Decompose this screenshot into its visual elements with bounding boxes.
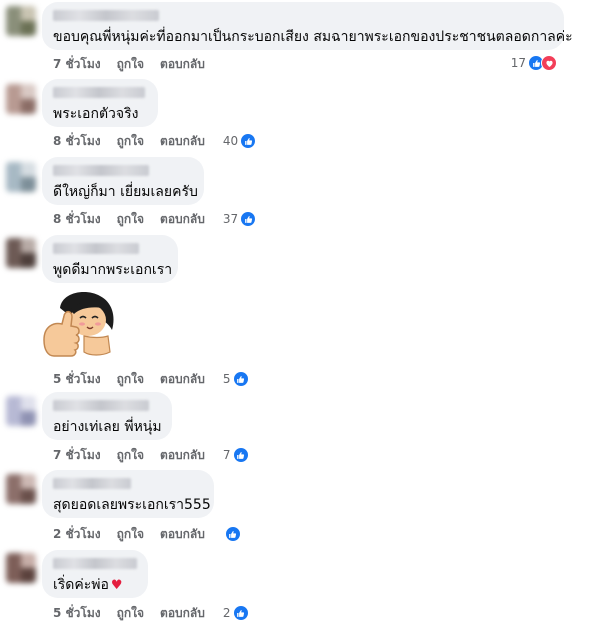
avatar[interactable]: [6, 238, 36, 268]
comment-text: สุดยอดเลยพระเอกเรา555: [53, 497, 211, 513]
comment-actions: 8 ชั่วโมง ถูกใจ ตอบกลับ 40: [53, 132, 257, 150]
like-icon: [232, 371, 249, 387]
avatar[interactable]: [6, 474, 36, 504]
like-button[interactable]: ถูกใจ: [117, 210, 144, 228]
avatar[interactable]: [6, 396, 36, 426]
avatar[interactable]: [6, 553, 36, 583]
reaction-summary[interactable]: 5: [223, 370, 249, 388]
comment-text: พูดดีมากพระเอกเรา: [53, 262, 173, 278]
reply-button[interactable]: ตอบกลับ: [160, 604, 205, 622]
love-icon: [541, 55, 557, 71]
reaction-summary[interactable]: [223, 526, 241, 542]
reply-button[interactable]: ตอบกลับ: [160, 370, 205, 388]
reply-button[interactable]: ตอบกลับ: [160, 132, 205, 150]
like-icon: [232, 447, 249, 463]
like-icon: [240, 133, 257, 149]
reaction-count: 17: [510, 56, 526, 70]
reaction-summary[interactable]: 37: [222, 210, 257, 228]
comment-text: ดีใหญ่ก็มา เยี่ยมเลยครับ: [53, 184, 198, 200]
thumbs-up-girl-sticker: [43, 292, 114, 357]
like-icon: [232, 605, 249, 621]
reaction-summary[interactable]: 17: [511, 55, 557, 71]
commenter-name-redacted[interactable]: [53, 478, 131, 489]
like-button[interactable]: ถูกใจ: [117, 132, 144, 150]
commenter-name-redacted[interactable]: [53, 87, 145, 98]
comment-actions: 7 ชั่วโมง ถูกใจ ตอบกลับ 7: [53, 446, 249, 464]
comment-time[interactable]: 7 ชั่วโมง: [53, 446, 101, 464]
like-button[interactable]: ถูกใจ: [117, 446, 144, 464]
reaction-count: 5: [222, 372, 231, 386]
commenter-name-redacted[interactable]: [53, 243, 139, 254]
comment-time[interactable]: 8 ชั่วโมง: [53, 132, 101, 150]
comment-bubble: สุดยอดเลยพระเอกเรา555: [42, 470, 214, 518]
heart-emoji-icon: ♥: [110, 578, 123, 593]
commenter-name-redacted[interactable]: [53, 165, 149, 176]
reaction-count: 40: [222, 134, 239, 148]
reaction-count: 2: [222, 606, 231, 620]
comment-text: พระเอกตัวจริง: [53, 106, 139, 122]
comment-time[interactable]: 7 ชั่วโมง: [53, 55, 101, 73]
avatar[interactable]: [6, 84, 36, 114]
avatar[interactable]: [6, 6, 36, 36]
like-button[interactable]: ถูกใจ: [117, 55, 144, 73]
reply-button[interactable]: ตอบกลับ: [160, 210, 205, 228]
comment-time[interactable]: 8 ชั่วโมง: [53, 210, 101, 228]
comment-actions: 7 ชั่วโมง ถูกใจ ตอบกลับ: [53, 55, 205, 73]
comment-text: เริ่ดค่ะพ่อ ♥: [53, 576, 137, 595]
reply-button[interactable]: ตอบกลับ: [160, 525, 205, 543]
reaction-summary[interactable]: 2: [223, 604, 249, 622]
like-icon: [224, 526, 241, 542]
commenter-name-redacted[interactable]: [53, 558, 137, 569]
like-button[interactable]: ถูกใจ: [117, 525, 144, 543]
comment-bubble: อย่างเท่เลย พี่หนุ่ม: [42, 392, 172, 440]
reaction-summary[interactable]: 40: [222, 132, 257, 150]
reply-button[interactable]: ตอบกลับ: [160, 55, 205, 73]
reaction-count: 37: [222, 212, 239, 226]
comment-actions: 2 ชั่วโมง ถูกใจ ตอบกลับ: [53, 525, 241, 543]
comment-actions: 8 ชั่วโมง ถูกใจ ตอบกลับ 37: [53, 210, 257, 228]
comment-actions: 5 ชั่วโมง ถูกใจ ตอบกลับ 5: [53, 370, 249, 388]
comment-bubble: ดีใหญ่ก็มา เยี่ยมเลยครับ: [42, 157, 204, 205]
comment-time[interactable]: 5 ชั่วโมง: [53, 370, 101, 388]
comment-time[interactable]: 5 ชั่วโมง: [53, 604, 101, 622]
comment-text-body: เริ่ดค่ะพ่อ: [53, 577, 109, 593]
reply-button[interactable]: ตอบกลับ: [160, 446, 205, 464]
comment-bubble: เริ่ดค่ะพ่อ ♥: [42, 550, 148, 598]
comment-bubble: พระเอกตัวจริง: [42, 79, 158, 127]
comment-actions: 5 ชั่วโมง ถูกใจ ตอบกลับ 2: [53, 604, 249, 622]
comment-text: ขอบคุณพี่หนุ่มค่ะที่ออกมาเป็นกระบอกเสียง…: [53, 29, 573, 45]
avatar[interactable]: [6, 162, 36, 192]
commenter-name-redacted[interactable]: [53, 400, 149, 411]
reaction-count: 7: [222, 448, 231, 462]
like-icon: [240, 211, 257, 227]
comment-bubble: พูดดีมากพระเอกเรา: [42, 235, 178, 283]
comment-time[interactable]: 2 ชั่วโมง: [53, 525, 101, 543]
reaction-summary[interactable]: 7: [223, 446, 249, 464]
like-button[interactable]: ถูกใจ: [117, 604, 144, 622]
commenter-name-redacted[interactable]: [53, 10, 159, 21]
comment-text: อย่างเท่เลย พี่หนุ่ม: [53, 419, 162, 435]
comment-bubble: ขอบคุณพี่หนุ่มค่ะที่ออกมาเป็นกระบอกเสียง…: [42, 2, 573, 50]
like-button[interactable]: ถูกใจ: [117, 370, 144, 388]
